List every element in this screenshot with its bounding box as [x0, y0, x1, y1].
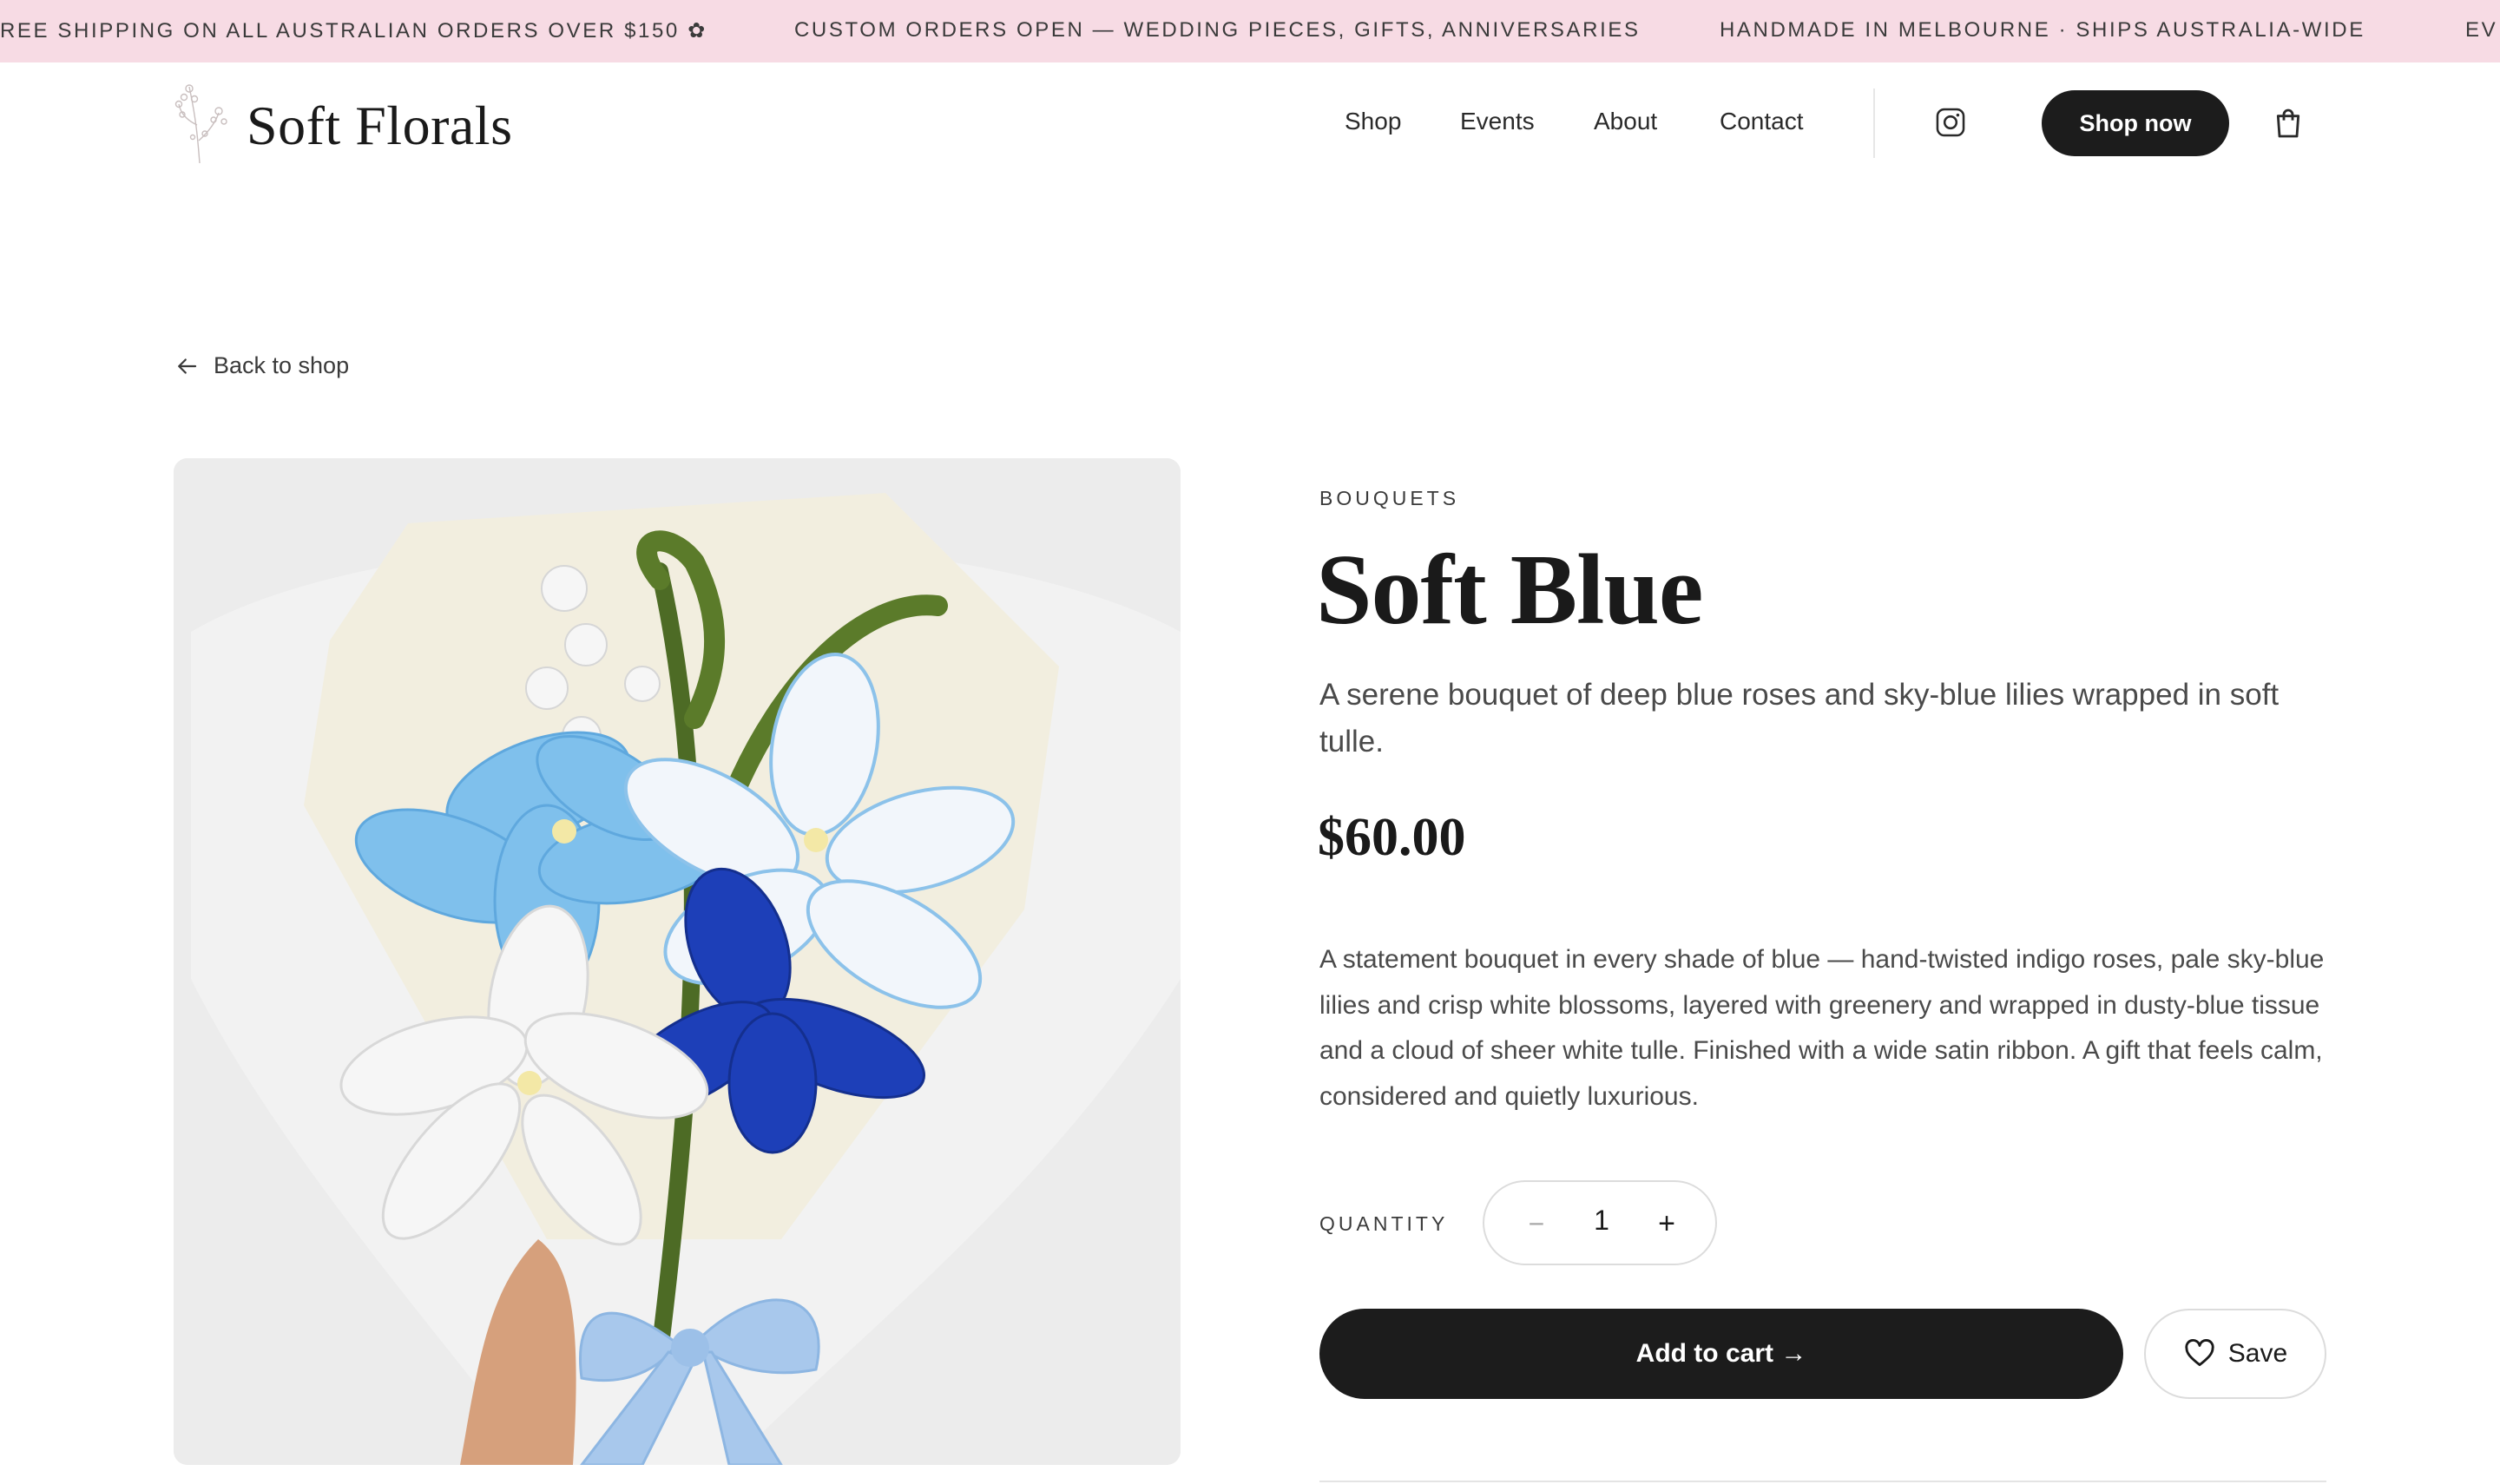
- quantity-value[interactable]: 1: [1576, 1205, 1628, 1237]
- back-link-label: Back to shop: [214, 352, 350, 378]
- nav-shop[interactable]: Shop: [1345, 108, 1401, 135]
- cart-icon[interactable]: [2271, 106, 2306, 141]
- section-divider: [1319, 1481, 2326, 1482]
- nav-contact[interactable]: Contact: [1720, 108, 1804, 135]
- announcement-message: HANDMADE IN MELBOURNE · SHIPS AUSTRALIA-…: [1720, 18, 2365, 42]
- add-to-cart-button[interactable]: Add to cart →: [1319, 1309, 2123, 1399]
- announcement-message: REE SHIPPING ON ALL AUSTRALIAN ORDERS OV…: [0, 19, 707, 43]
- product-price: $60.00: [1318, 808, 1466, 867]
- save-label: Save: [2227, 1339, 2288, 1368]
- product-image: [174, 458, 1181, 1465]
- product-category: BOUQUETS: [1319, 487, 1460, 509]
- decrease-quantity-button[interactable]: −: [1519, 1206, 1554, 1241]
- nav-about[interactable]: About: [1594, 108, 1657, 135]
- heart-icon: [2185, 1338, 2214, 1367]
- floral-sprig-icon: [174, 84, 227, 164]
- announcement-bar: REE SHIPPING ON ALL AUSTRALIAN ORDERS OV…: [0, 0, 2500, 62]
- announcement-message: EV: [2465, 18, 2498, 42]
- header-divider: [1873, 89, 1875, 158]
- announcement-message: CUSTOM ORDERS OPEN — WEDDING PIECES, GIF…: [794, 18, 1641, 42]
- product-subtitle: A serene bouquet of deep blue roses and …: [1319, 678, 2280, 758]
- brand-name: Soft Florals: [247, 95, 513, 156]
- brand-logo[interactable]: Soft Florals: [174, 80, 512, 167]
- quantity-label: QUANTITY: [1319, 1212, 1449, 1235]
- product-title: Soft Blue: [1316, 535, 1703, 646]
- shop-now-button[interactable]: Shop now: [2042, 90, 2229, 156]
- back-to-shop-link[interactable]: Back to shop: [174, 352, 349, 379]
- instagram-icon[interactable]: [1934, 106, 1967, 139]
- increase-quantity-button[interactable]: +: [1649, 1206, 1684, 1241]
- site-header: Soft Florals Shop Events About Contact S…: [0, 62, 2500, 184]
- product-description: A statement bouquet in every shade of bl…: [1319, 945, 2325, 1111]
- nav-events[interactable]: Events: [1460, 108, 1535, 135]
- save-button[interactable]: Save: [2144, 1309, 2326, 1399]
- bouquet-illustration: [174, 458, 1181, 1465]
- arrow-left-icon: [178, 358, 197, 374]
- quantity-stepper: − 1 +: [1483, 1180, 1717, 1265]
